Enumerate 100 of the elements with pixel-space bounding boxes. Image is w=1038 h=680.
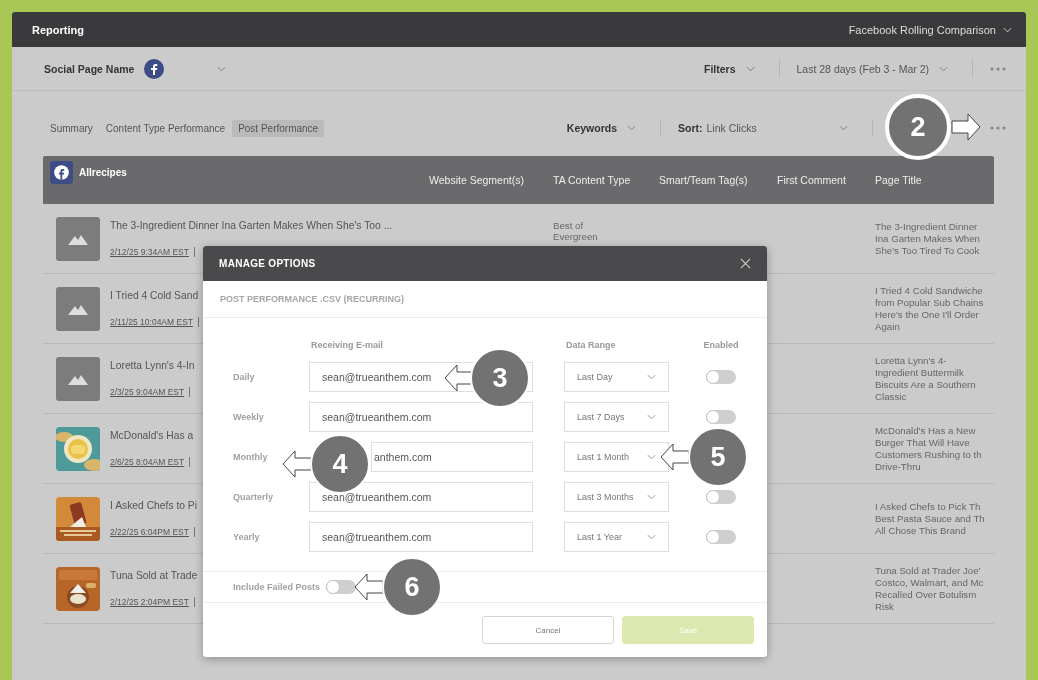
toggle-switch[interactable]	[326, 580, 357, 594]
column-header: Smart/Team Tag(s)	[659, 174, 748, 186]
post-date-link[interactable]: 2/22/25 6:04PM EST	[110, 527, 189, 537]
table-cell: Again	[875, 320, 900, 333]
schedule-label: Quarterly	[233, 492, 275, 502]
table-cell: McDonald's Has a New	[875, 424, 976, 437]
column-header: Page Title	[875, 174, 922, 186]
toggle-switch[interactable]	[706, 530, 736, 544]
table-cell: Ina Garten Makes When	[875, 232, 980, 245]
chevron-icon	[647, 374, 656, 380]
arrow-icon	[354, 573, 384, 601]
post-date-link[interactable]: 2/6/25 8:04AM EST	[110, 457, 185, 467]
image-placeholder-icon	[56, 286, 100, 331]
post-title[interactable]: Loretta Lynn's 4-In	[110, 360, 195, 371]
table-cell: She's Too Tired To Cook	[875, 244, 980, 257]
table-cell: from Popular Sub Chains	[875, 296, 984, 309]
table-cell: Evergreen	[553, 231, 598, 242]
post-date-link[interactable]: 2/12/25 2:04PM EST	[110, 597, 189, 607]
table-cell: I Tried 4 Cold Sandwiche	[875, 284, 983, 297]
page-name: Allrecipes	[79, 167, 127, 178]
post-title[interactable]: Tuna Sold at Trade	[110, 570, 198, 581]
email-field[interactable]: sean@trueanthem.com	[309, 522, 533, 552]
table-cell: Classic	[875, 390, 907, 403]
column-header: Enabled	[706, 340, 736, 352]
column-header: TA Content Type	[553, 174, 631, 186]
dialog-button[interactable]: Cancel	[482, 616, 614, 644]
table-cell: Tuna Sold at Trader Joe'	[875, 564, 981, 577]
chevron-icon[interactable]	[217, 65, 227, 72]
tab[interactable]: Summary	[44, 119, 99, 137]
dialog-title: MANAGE OPTIONS	[219, 258, 316, 269]
schedule-label: Daily	[233, 372, 256, 382]
table-cell: The 3-Ingredient Dinner	[875, 220, 978, 233]
facebook-icon	[144, 58, 165, 79]
view-dropdown[interactable]: Facebook Rolling Comparison	[848, 23, 1012, 36]
chevron-icon	[647, 454, 656, 460]
table-cell: Biscuits Are a Southern	[875, 378, 976, 391]
post-date-link[interactable]: 2/12/25 9:34AM EST	[110, 247, 189, 257]
column-header: Website Segment(s)	[429, 174, 524, 186]
arrow-icon	[660, 443, 690, 471]
tab[interactable]: Post Performance	[232, 119, 325, 137]
email-field[interactable]: anthem.com	[371, 442, 533, 472]
image-placeholder-icon	[56, 216, 100, 261]
range-dropdown[interactable]: Last 3 Months	[564, 482, 669, 512]
toggle-switch[interactable]	[706, 370, 736, 384]
post-title[interactable]: I Asked Chefs to Pi	[110, 500, 197, 511]
schedule-label: Weekly	[233, 412, 265, 422]
column-header: Receiving E-mail	[310, 340, 385, 352]
chevron-icon	[745, 65, 755, 72]
tab[interactable]: Content Type Performance	[99, 119, 232, 137]
column-header: First Comment	[777, 174, 846, 186]
option-label: Include Failed Posts	[233, 582, 321, 592]
facebook-icon	[50, 161, 73, 184]
more-icon[interactable]	[990, 66, 1006, 71]
chevron-icon	[939, 65, 948, 72]
post-title[interactable]: I Tried 4 Cold Sand	[110, 290, 199, 301]
table-cell: Customers Rushing to th	[875, 448, 982, 461]
table-cell: Drive-Thru	[875, 460, 921, 473]
email-field[interactable]: sean@trueanthem.com	[309, 482, 533, 512]
keywords-dropdown[interactable]: Keywords	[566, 122, 636, 134]
chevron-icon	[647, 534, 656, 540]
more-icon[interactable]	[990, 126, 1006, 130]
post-title[interactable]: The 3-Ingredient Dinner Ina Garten Makes When She's Too ...	[110, 220, 393, 231]
arrow-icon	[951, 113, 981, 141]
range-dropdown[interactable]: Last 1 Month	[564, 442, 669, 472]
post-date-link[interactable]: 2/11/25 10:04AM EST	[110, 317, 193, 327]
dialog-subtitle: POST PERFORMANCE .CSV (RECURRING)	[220, 294, 404, 304]
filters-dropdown[interactable]: Filters	[704, 62, 755, 75]
post-title[interactable]: McDonald's Has a	[110, 430, 194, 441]
table-cell: Costco, Walmart, and Mc	[875, 576, 984, 589]
table-cell: Risk	[875, 600, 894, 613]
range-dropdown[interactable]: Last Day	[564, 362, 669, 392]
column-header: Data Range	[565, 340, 617, 352]
table-cell: Best Pasta Sauce and Th	[875, 512, 985, 525]
toggle-switch[interactable]	[706, 410, 736, 424]
table-cell: Best of	[553, 221, 584, 232]
range-dropdown[interactable]: Last 7 Days	[564, 402, 669, 432]
table-cell: Here's the One I'll Order	[875, 308, 979, 321]
schedule-label: Yearly	[233, 532, 261, 542]
page-label: Social Page Name	[44, 62, 135, 75]
page-title: Reporting	[32, 23, 84, 36]
table-cell: All Chose This Brand	[875, 524, 966, 537]
sort-dropdown[interactable]: Sort: Link Clicks	[678, 122, 848, 134]
table-cell: Recalled Over Botulism	[875, 588, 977, 601]
chevron-icon	[647, 414, 656, 420]
date-range-dropdown[interactable]: Last 28 days (Feb 3 - Mar 2)	[796, 62, 948, 75]
table-cell: Loretta Lynn's 4-	[875, 354, 947, 367]
chevron-icon	[627, 125, 636, 131]
post-date-link[interactable]: 2/3/25 9:04AM EST	[110, 387, 185, 397]
chevron-icon	[1003, 26, 1012, 33]
table-cell: Burger That Will Have	[875, 436, 970, 449]
close-icon[interactable]	[740, 258, 751, 269]
schedule-label: Monthly	[233, 452, 269, 462]
range-dropdown[interactable]: Last 1 Year	[564, 522, 669, 552]
table-cell: Ingredient Buttermilk	[875, 366, 964, 379]
arrow-icon	[282, 450, 312, 478]
image-placeholder-icon	[56, 356, 100, 401]
toggle-switch[interactable]	[706, 490, 736, 504]
chevron-icon	[839, 125, 848, 131]
email-field[interactable]: sean@trueanthem.com	[309, 402, 533, 432]
table-cell: I Asked Chefs to Pick Th	[875, 500, 981, 513]
